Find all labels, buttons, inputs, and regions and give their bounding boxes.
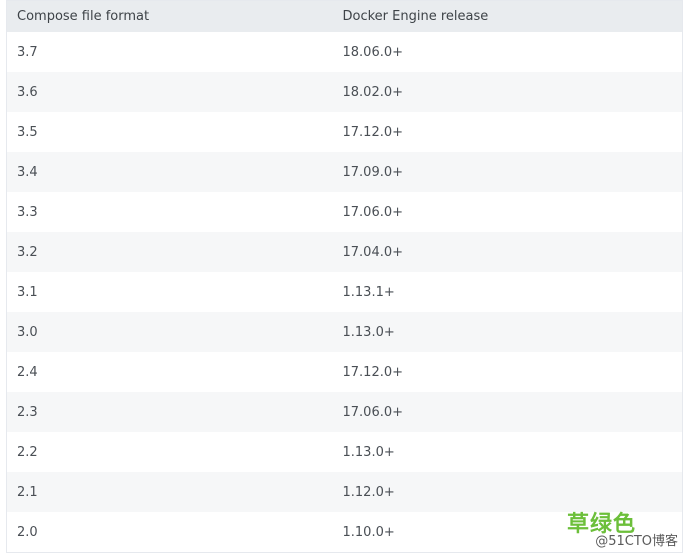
cell-compose-format: 3.1 [6, 272, 333, 312]
cell-compose-format: 2.4 [6, 352, 333, 392]
table-row: 3.5 17.12.0+ [6, 112, 683, 152]
table-row: 2.1 1.12.0+ [6, 472, 683, 512]
header-docker-engine-release: Docker Engine release [332, 0, 683, 32]
cell-engine-release: 17.04.0+ [332, 232, 683, 272]
cell-compose-format: 3.0 [6, 312, 333, 352]
table-row: 3.1 1.13.1+ [6, 272, 683, 312]
cell-compose-format: 2.1 [6, 472, 333, 512]
cell-compose-format: 2.3 [6, 392, 333, 432]
cell-compose-format: 3.3 [6, 192, 333, 232]
cell-compose-format: 2.0 [6, 512, 333, 553]
table-row: 3.0 1.13.0+ [6, 312, 683, 352]
cell-engine-release: 17.12.0+ [332, 352, 683, 392]
cell-engine-release: 17.06.0+ [332, 392, 683, 432]
cell-compose-format: 3.5 [6, 112, 333, 152]
cell-compose-format: 2.2 [6, 432, 333, 472]
table-row: 3.3 17.06.0+ [6, 192, 683, 232]
header-compose-file-format: Compose file format [6, 0, 333, 32]
table-row: 3.6 18.02.0+ [6, 72, 683, 112]
cell-compose-format: 3.6 [6, 72, 333, 112]
header-row: Compose file format Docker Engine releas… [6, 0, 683, 32]
table-row: 3.4 17.09.0+ [6, 152, 683, 192]
cell-engine-release: 17.12.0+ [332, 112, 683, 152]
cell-compose-format: 3.4 [6, 152, 333, 192]
cell-engine-release: 1.13.0+ [332, 312, 683, 352]
watermark-title: 草绿色 [566, 512, 636, 537]
cell-engine-release: 17.09.0+ [332, 152, 683, 192]
cell-engine-release: 1.13.0+ [332, 432, 683, 472]
table-row: 2.4 17.12.0+ [6, 352, 683, 392]
cell-engine-release: 18.02.0+ [332, 72, 683, 112]
table-row: 2.2 1.13.0+ [6, 432, 683, 472]
cell-compose-format: 3.2 [6, 232, 333, 272]
cell-compose-format: 3.7 [6, 32, 333, 72]
table-header: Compose file format Docker Engine releas… [6, 0, 683, 32]
table-row: 3.7 18.06.0+ [6, 32, 683, 72]
watermark: 草绿色 @51CTO博客 [566, 512, 678, 549]
cell-engine-release: 18.06.0+ [332, 32, 683, 72]
table-row: 3.2 17.04.0+ [6, 232, 683, 272]
compose-compatibility-table: Compose file format Docker Engine releas… [6, 0, 683, 553]
cell-engine-release: 17.06.0+ [332, 192, 683, 232]
table-row: 2.3 17.06.0+ [6, 392, 683, 432]
cell-engine-release: 1.13.1+ [332, 272, 683, 312]
cell-engine-release: 1.12.0+ [332, 472, 683, 512]
table-body: 3.7 18.06.0+ 3.6 18.02.0+ 3.5 17.12.0+ 3… [6, 32, 683, 553]
